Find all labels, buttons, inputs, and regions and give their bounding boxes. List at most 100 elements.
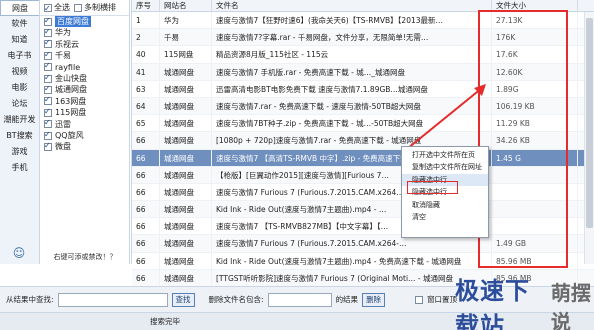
cell-site: 城通网盘 <box>160 115 212 132</box>
header-name[interactable]: 文件名 <box>212 0 492 11</box>
watermark-text-primary: 极速下载站 <box>455 277 530 330</box>
source-label: QQ旋风 <box>55 130 84 140</box>
source-checkbox-list: 百度网盘华为乐视云千易rayfile金山快盘城通网盘163网盘 115网盘迅雷QQ… <box>40 15 129 153</box>
category-tab[interactable]: 论坛 <box>0 96 39 112</box>
source-item[interactable]: 乐视云 <box>40 37 129 50</box>
source-item[interactable]: 百度网盘 <box>40 15 129 28</box>
find-input[interactable] <box>57 292 168 307</box>
source-item[interactable]: 163网盘 <box>40 94 129 107</box>
source-item[interactable]: 微盘 <box>40 140 129 152</box>
source-label: 乐视云 <box>55 39 79 49</box>
source-label: 金山快盘 <box>55 73 87 83</box>
source-item[interactable]: 千易 <box>40 49 129 61</box>
cell-num: 64 <box>132 97 160 115</box>
source-checkbox[interactable] <box>44 129 52 140</box>
size-column-highlight-box <box>478 10 568 268</box>
category-tab[interactable]: 潮能开发 <box>0 112 39 128</box>
source-checkbox[interactable] <box>44 26 52 37</box>
source-checkbox[interactable] <box>44 140 52 151</box>
cell-site: 115网盘 <box>160 46 212 63</box>
source-item[interactable]: rayfile <box>40 60 129 73</box>
category-tab[interactable]: 电子书 <box>0 48 39 64</box>
cell-num: 2 <box>132 29 160 46</box>
cell-num: 66 <box>132 218 160 235</box>
select-all-checkbox[interactable] <box>44 1 52 17</box>
source-item[interactable]: QQ旋风 <box>40 129 129 141</box>
source-label: 微盘 <box>55 142 71 152</box>
source-label: 迅雷 <box>55 119 71 129</box>
cell-name: 速度与激情7 手机版.rar - 免费高速下载 - 城…_城通网盘 <box>212 63 492 80</box>
select-all-option[interactable]: 全选 <box>44 0 70 17</box>
source-checkbox[interactable] <box>44 37 52 49</box>
source-checkbox[interactable] <box>44 60 52 72</box>
context-menu-item[interactable]: 取消隐藏 <box>402 199 488 211</box>
source-item[interactable]: 金山快盘 <box>40 72 129 84</box>
header-site[interactable]: 网站名 <box>160 0 212 11</box>
source-checkbox[interactable] <box>44 15 52 26</box>
cell-site: 千易 <box>160 29 212 46</box>
source-list-panel: 全选 多制横排 百度网盘华为乐视云千易rayfile金山快盘城通网盘163网盘 1… <box>40 0 130 264</box>
cell-site: 城通网盘 <box>160 63 212 80</box>
cell-num: 66 <box>132 183 160 201</box>
multi-select-checkbox[interactable] <box>74 3 82 12</box>
source-checkbox[interactable] <box>44 83 52 94</box>
cell-num: 66 <box>132 269 160 286</box>
cell-name: [TTGST听听影院]速度与激情7 Furious 7 (Original Mo… <box>212 269 492 286</box>
source-checkbox[interactable] <box>44 106 52 117</box>
table-scrollbar[interactable] <box>584 12 594 264</box>
category-tab[interactable]: 手机 <box>0 160 39 176</box>
category-tab[interactable]: 电影 <box>0 80 39 96</box>
watermark-text-secondary: 萌摆说 <box>550 281 591 330</box>
header-num[interactable]: 序号 <box>132 0 160 11</box>
cell-num: 66 <box>132 149 160 166</box>
source-label: 城通网盘 <box>55 85 87 95</box>
scrollbar-thumb[interactable] <box>586 18 593 228</box>
source-footer-hint: 右键可添或禁改！？ <box>53 253 117 261</box>
source-checkbox[interactable] <box>44 72 52 83</box>
cell-num: 1 <box>132 12 160 29</box>
cell-site: 城通网盘 <box>160 269 212 286</box>
source-item[interactable]: 华为 <box>40 26 129 38</box>
category-tab[interactable]: 软件 <box>0 16 39 32</box>
delete-button[interactable]: 删除 <box>362 292 386 307</box>
user-icon[interactable]: ☺ <box>12 246 26 260</box>
cell-num: 40 <box>132 46 160 63</box>
cell-site: 城通网盘 <box>160 149 212 166</box>
source-list-header: 全选 多制横排 <box>40 0 129 17</box>
watermark: 极速下载站 萌摆说 <box>455 277 594 330</box>
source-label: rayfile <box>55 62 81 72</box>
cell-site: 城通网盘 <box>160 252 212 269</box>
find-button[interactable]: 查找 <box>171 292 195 307</box>
cell-site: 城通网盘 <box>160 183 212 201</box>
context-menu-highlight-box <box>407 181 458 194</box>
source-item[interactable]: 115网盘 <box>40 106 129 118</box>
context-menu-item[interactable]: 打开选中文件所在页 <box>402 149 488 161</box>
category-tab[interactable]: 游戏 <box>0 144 39 160</box>
cell-name: 速度与激情7?字幕.rar - 千易网盘，文件分享，无限简单!无需… <box>212 29 492 46</box>
window-top-checkbox[interactable] <box>415 295 424 304</box>
cell-site: 城通网盘 <box>160 80 212 97</box>
category-tab[interactable]: 知道 <box>0 32 39 48</box>
cell-num: 65 <box>132 115 160 132</box>
cell-site: 城通网盘 <box>160 97 212 115</box>
cell-name: 速度与激情7【狂野时速6】(我命关天6)【TS-RMVB】【2013最新… <box>212 12 492 29</box>
category-tab[interactable]: 视频 <box>0 64 39 80</box>
source-label: 千易 <box>55 51 71 61</box>
source-checkbox[interactable] <box>44 94 52 106</box>
find-label: 从结果中查找: <box>6 295 54 304</box>
source-label: 华为 <box>55 28 71 38</box>
cell-site: 城通网盘 <box>160 132 212 149</box>
source-checkbox[interactable] <box>44 49 52 60</box>
category-tab[interactable]: BT搜索 <box>0 128 39 144</box>
context-menu-item[interactable]: 清空 <box>402 211 488 223</box>
context-menu-item[interactable]: 复制选中文件所在网址 <box>402 161 488 173</box>
source-checkbox[interactable] <box>44 117 52 129</box>
cell-num: 66 <box>132 166 160 183</box>
cell-num: 41 <box>132 63 160 80</box>
source-item[interactable]: 迅雷 <box>40 117 129 130</box>
multi-select-label: 多制横排 <box>84 2 116 12</box>
category-tab[interactable]: 网盘 <box>0 0 39 16</box>
delete-filter-input[interactable] <box>267 292 332 307</box>
source-item[interactable]: 城通网盘 <box>40 83 129 95</box>
multi-select-option[interactable]: 多制横排 <box>74 0 116 16</box>
